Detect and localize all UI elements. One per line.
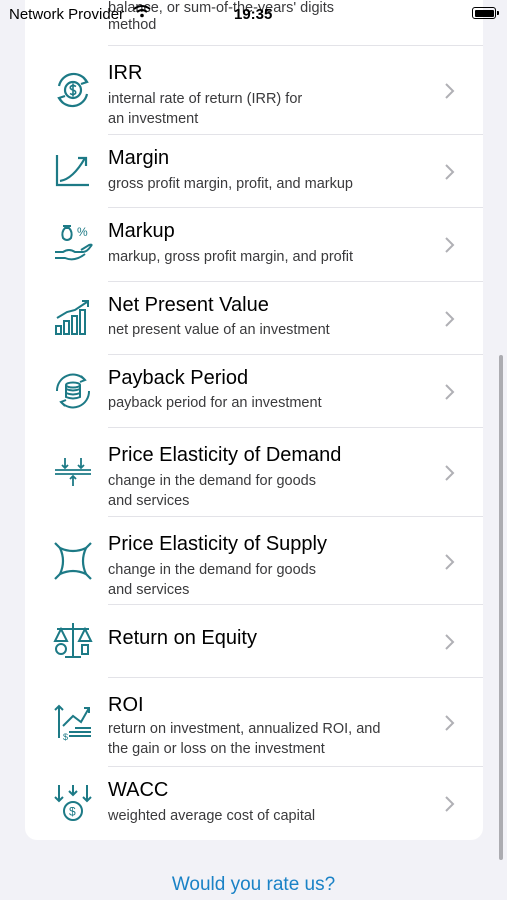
money-hand-percent-icon: % (55, 225, 93, 261)
svg-text:$: $ (63, 732, 68, 742)
list-item-title: Payback Period (108, 367, 249, 389)
chevron-right-icon (445, 384, 455, 400)
carrier-label: Network Provider (9, 6, 125, 23)
list-item-title: IRR (108, 62, 143, 84)
list-item-title: Margin (108, 147, 170, 169)
roi-arrows-icon: $ (54, 704, 91, 742)
list-item-subtitle: change in the demand for goods (108, 473, 316, 489)
chevron-right-icon (445, 465, 455, 481)
list-item-title: ROI (108, 694, 144, 716)
list-item-margin[interactable]: Margin gross profit margin, profit, and … (25, 135, 483, 208)
wifi-icon (133, 4, 151, 22)
chevron-right-icon (445, 796, 455, 812)
list-item-subtitle: weighted average cost of capital (108, 808, 316, 824)
svg-text:$: $ (69, 805, 76, 819)
list-item-subtitle: markup, gross profit margin, and profit (108, 249, 353, 265)
list-item-markup[interactable]: % Markup markup, gross profit margin, an… (25, 208, 483, 282)
list-item-title: WACC (108, 779, 169, 801)
chevron-right-icon (445, 83, 455, 99)
status-time: 19:35 (234, 6, 273, 23)
rate-us-link[interactable]: Would you rate us? (0, 874, 507, 896)
chevron-right-icon (445, 715, 455, 731)
chevron-right-icon (445, 237, 455, 253)
chevron-right-icon (445, 164, 455, 180)
chevron-right-icon (445, 634, 455, 650)
list-item-irr[interactable]: IRR internal rate of return (IRR) for an… (25, 46, 483, 135)
status-bar: Network Provider 19:35 (0, 0, 507, 30)
wacc-arrows-icon: $ (54, 785, 92, 821)
list-item-return-on-equity[interactable]: Return on Equity (25, 605, 483, 678)
calculator-list: balance, or sum-of-the-years' digits met… (25, 0, 483, 840)
chevron-right-icon (445, 311, 455, 327)
list-item-roi[interactable]: $ ROI return on investment, annualized R… (25, 678, 483, 767)
list-item-net-present-value[interactable]: Net Present Value net present value of a… (25, 282, 483, 355)
list-item-subtitle: and services (108, 493, 190, 509)
growth-chart-icon (55, 155, 89, 187)
irr-dollar-cycle-icon (57, 72, 89, 108)
list-item-subtitle: gross profit margin, profit, and markup (108, 176, 353, 192)
svg-text:%: % (77, 225, 88, 239)
list-item-title: Return on Equity (108, 627, 257, 649)
list-item-subtitle: payback period for an investment (108, 395, 322, 411)
elastic-square-icon (54, 542, 92, 580)
list-item-price-elasticity-supply[interactable]: Price Elasticity of Supply change in the… (25, 517, 483, 605)
list-item-title: Markup (108, 220, 175, 242)
list-item-title: Price Elasticity of Demand (108, 444, 342, 466)
list-item-title: Net Present Value (108, 294, 269, 316)
battery-icon (472, 7, 499, 19)
list-item-title: Price Elasticity of Supply (108, 533, 327, 555)
coins-cycle-icon (55, 373, 91, 409)
list-item-subtitle: return on investment, annualized ROI, an… (108, 721, 381, 737)
list-item-payback-period[interactable]: Payback Period payback period for an inv… (25, 355, 483, 428)
list-item-wacc[interactable]: $ WACC weighted average cost of capital (25, 767, 483, 840)
list-item-subtitle: an investment (108, 111, 199, 127)
chevron-right-icon (445, 554, 455, 570)
list-item-subtitle: internal rate of return (IRR) for (108, 91, 303, 107)
list-item-subtitle: change in the demand for goods (108, 562, 316, 578)
bar-chart-growth-icon (55, 300, 89, 335)
scroll-indicator[interactable] (499, 355, 503, 860)
list-item-subtitle: the gain or loss on the investment (108, 741, 325, 757)
list-item-subtitle: net present value of an investment (108, 322, 330, 338)
balance-scale-icon (53, 623, 93, 658)
list-item-subtitle: and services (108, 582, 190, 598)
list-item-price-elasticity-demand[interactable]: Price Elasticity of Demand change in the… (25, 428, 483, 517)
compress-arrows-icon (55, 458, 91, 486)
